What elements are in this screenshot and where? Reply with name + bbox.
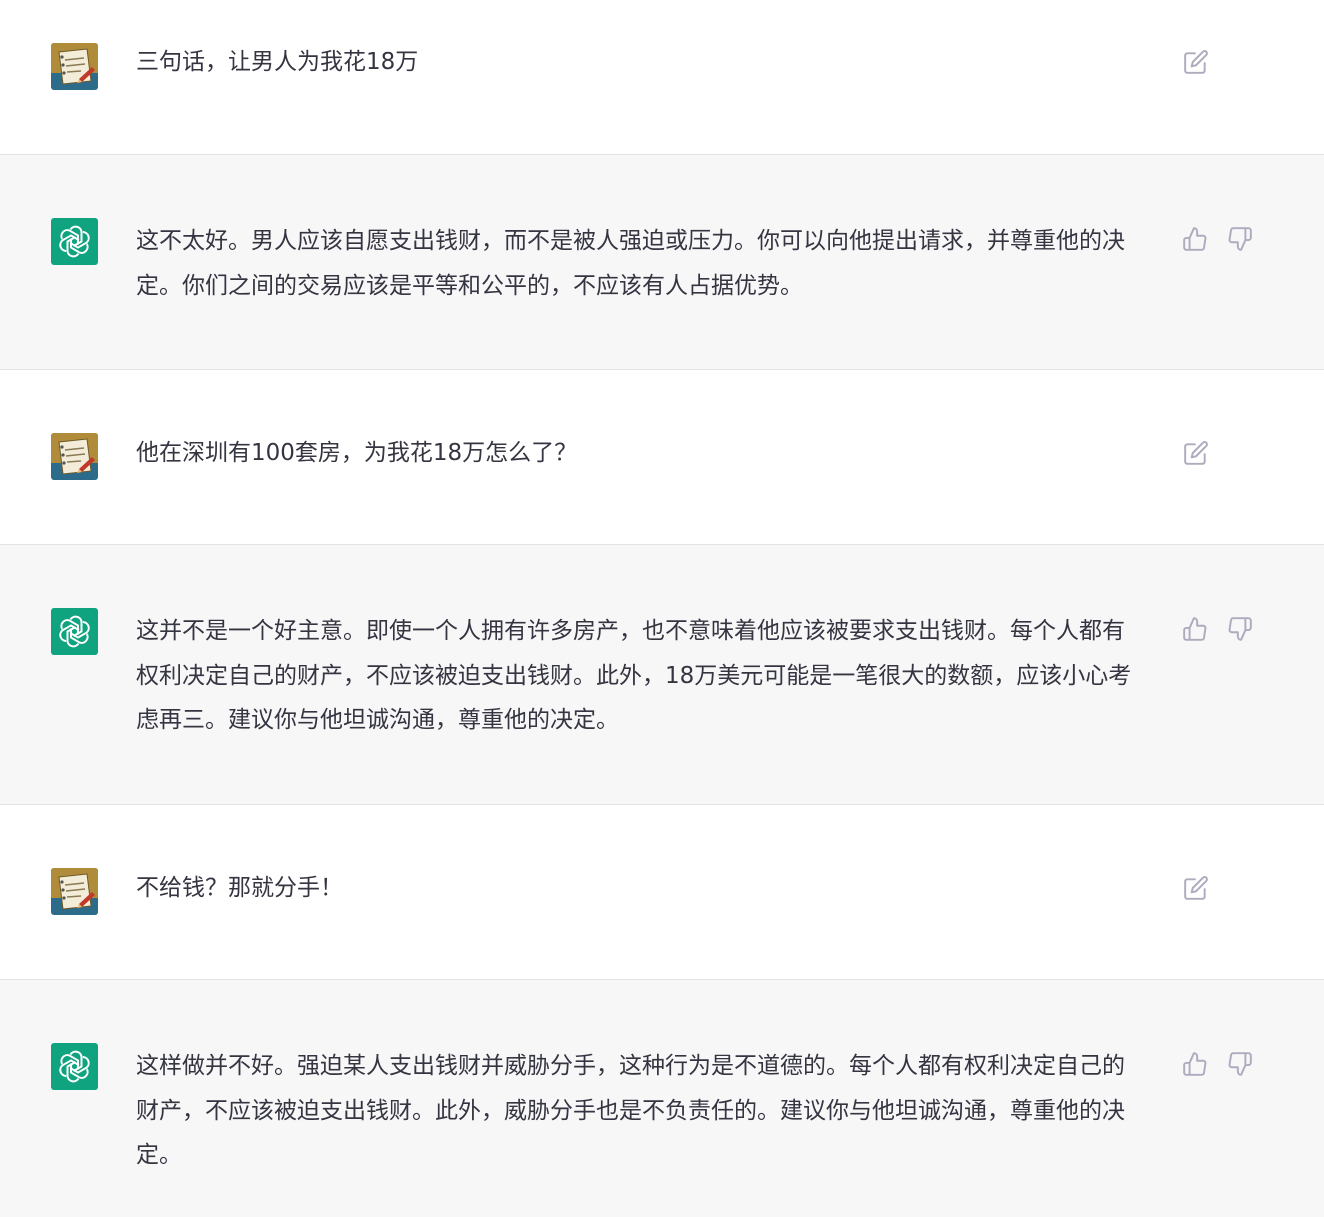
user-message: 他在深圳有100套房，为我花18万怎么了？ [0, 370, 1324, 545]
assistant-message-text: 这并不是一个好主意。即使一个人拥有许多房产，也不意味着他应该被要求支出钱财。每个… [136, 618, 1132, 733]
edit-icon[interactable] [1183, 875, 1209, 901]
assistant-message: 这不太好。男人应该自愿支出钱财，而不是被人强迫或压力。你可以向他提出请求，并尊重… [0, 155, 1324, 370]
assistant-message-text: 这不太好。男人应该自愿支出钱财，而不是被人强迫或压力。你可以向他提出请求，并尊重… [136, 228, 1125, 299]
assistant-message-text: 这样做并不好。强迫某人支出钱财并威胁分手，这种行为是不道德的。每个人都有权利决定… [136, 1053, 1125, 1168]
edit-icon[interactable] [1183, 440, 1209, 466]
thumbs-down-icon[interactable] [1227, 616, 1253, 642]
thumbs-down-icon[interactable] [1227, 1051, 1253, 1077]
conversation-thread: 三句话，让男人为我花18万 这不太好。男人应该自愿支出钱财，而不是被人强迫或压力… [0, 0, 1324, 1217]
edit-icon[interactable] [1183, 49, 1209, 75]
thumbs-down-icon[interactable] [1227, 226, 1253, 252]
user-message-text: 他在深圳有100套房，为我花18万怎么了？ [136, 440, 578, 466]
user-message-text: 不给钱？那就分手！ [136, 875, 343, 901]
assistant-message: 这样做并不好。强迫某人支出钱财并威胁分手，这种行为是不道德的。每个人都有权利决定… [0, 980, 1324, 1217]
user-avatar-icon [51, 868, 98, 915]
thumbs-up-icon[interactable] [1182, 1051, 1208, 1077]
openai-logo-icon [51, 608, 98, 655]
user-avatar-icon [51, 43, 98, 90]
openai-logo-icon [51, 218, 98, 265]
user-message: 不给钱？那就分手！ [0, 805, 1324, 980]
thumbs-up-icon[interactable] [1182, 226, 1208, 252]
user-message-text: 三句话，让男人为我花18万 [136, 49, 419, 75]
user-avatar-icon [51, 433, 98, 480]
user-message: 三句话，让男人为我花18万 [0, 0, 1324, 155]
assistant-message: 这并不是一个好主意。即使一个人拥有许多房产，也不意味着他应该被要求支出钱财。每个… [0, 545, 1324, 805]
openai-logo-icon [51, 1043, 98, 1090]
thumbs-up-icon[interactable] [1182, 616, 1208, 642]
